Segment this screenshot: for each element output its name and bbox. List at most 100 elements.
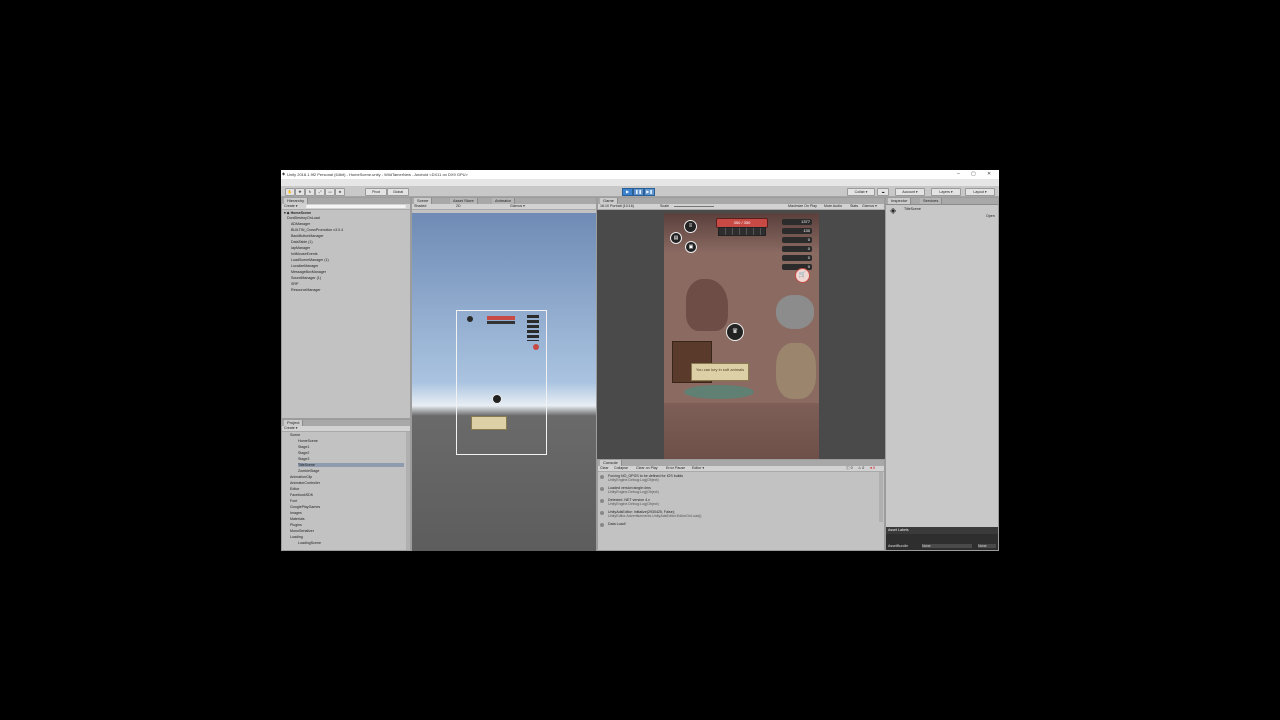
asset-bundle-label: AssetBundle: [888, 544, 909, 548]
beast-right: [776, 295, 814, 329]
tab-inspector[interactable]: Inspector: [888, 198, 912, 204]
project-scrollbar[interactable]: [406, 432, 410, 550]
game-gizmos-dropdown[interactable]: Gizmos ▾: [862, 204, 877, 208]
hierarchy-item[interactable]: BUILTIN_CrossPromotion v3.0.4: [291, 228, 343, 232]
scale-tool-button[interactable]: ⤢: [315, 188, 325, 196]
scene-root[interactable]: ▾ ◈ HomeScene: [284, 211, 311, 215]
asset-variant-dropdown[interactable]: None: [978, 544, 996, 548]
title-bar: ◈ Unity 2018.1.9f2 Personal (64bit) - Ho…: [281, 170, 999, 179]
hierarchy-item[interactable]: SoundManager (1): [291, 276, 321, 280]
transform-tool-button[interactable]: ⊕: [335, 188, 345, 196]
window-title: Unity 2018.1.9f2 Personal (64bit) - Home…: [287, 172, 468, 177]
mute-audio-toggle[interactable]: Mute Audio: [824, 204, 842, 208]
project-item[interactable]: HomeScene: [298, 439, 318, 443]
project-item[interactable]: Images: [290, 511, 302, 515]
collab-dropdown[interactable]: Collab ▾: [847, 188, 875, 196]
maximize-on-play-toggle[interactable]: Maximize On Play: [788, 204, 817, 208]
maximize-button[interactable]: ▢: [971, 171, 976, 177]
info-icon: [600, 487, 604, 491]
rect-tool-button[interactable]: ▭: [325, 188, 335, 196]
hierarchy-item[interactable]: LoadSceneManager (1): [291, 258, 329, 262]
save-icon[interactable]: ▣: [685, 241, 697, 253]
warning-count[interactable]: ⚠ 0: [858, 466, 864, 470]
project-item[interactable]: FacebookSDK: [290, 493, 313, 497]
hierarchy-create-dropdown[interactable]: Create ▾: [284, 204, 298, 208]
scene-tip-box: [471, 416, 507, 430]
hierarchy-item[interactable]: MessageBoxManager: [291, 270, 326, 274]
info-icon: [600, 511, 604, 515]
project-item[interactable]: TitleScene: [298, 463, 404, 467]
project-item[interactable]: MonoSerializer: [290, 529, 314, 533]
menu-icon[interactable]: ≡: [684, 220, 697, 233]
game-viewport[interactable]: 350 / 350 ≡ ▤ ▣ 1377 130 0 0 0 0 🛒 ♛ You can …: [664, 213, 819, 459]
move-tool-button[interactable]: ✥: [295, 188, 305, 196]
hierarchy-item[interactable]: ADManager: [291, 222, 310, 226]
project-item[interactable]: ZombieStage: [298, 469, 319, 473]
inspector-open-button[interactable]: Open: [986, 214, 995, 218]
pause-button[interactable]: ❚❚: [633, 188, 644, 196]
project-item[interactable]: Stage1: [298, 445, 309, 449]
gizmos-dropdown[interactable]: Gizmos ▾: [510, 204, 525, 208]
console-log-entry[interactable]: Data Load!: [608, 522, 626, 526]
project-item[interactable]: Font: [290, 499, 297, 503]
shaded-dropdown[interactable]: Shaded: [414, 204, 426, 208]
project-item[interactable]: GooglePlayGames: [290, 505, 320, 509]
console-collapse-button[interactable]: Collapse: [614, 466, 628, 470]
project-item[interactable]: AnimatorController: [290, 481, 320, 485]
console-log-stack: UnityEngine.Debug:Log(Object): [608, 502, 659, 506]
project-item[interactable]: Stage2: [298, 451, 309, 455]
tip-text: You can key in soft animals: [695, 367, 745, 372]
hierarchy-item[interactable]: IapManager: [291, 246, 310, 250]
hierarchy-item[interactable]: ResourceManager: [291, 288, 321, 292]
asset-labels-bar: Asset Labels: [886, 527, 998, 534]
hierarchy-item[interactable]: SRP: [291, 282, 298, 286]
play-button[interactable]: ▶: [622, 188, 633, 196]
hp-text: 350 / 350: [733, 220, 751, 225]
error-count[interactable]: ● 0: [870, 466, 875, 470]
project-create-dropdown[interactable]: Create ▾: [284, 426, 298, 430]
console-log-stack: UnityEngine.Debug:Log(Object): [608, 490, 659, 494]
pivot-toggle[interactable]: Pivot: [365, 188, 387, 196]
warning-count-value: 0: [862, 466, 865, 470]
global-toggle[interactable]: Global: [387, 188, 409, 196]
console-error-pause-button[interactable]: Error Pause: [666, 466, 685, 470]
minimize-button[interactable]: –: [957, 171, 960, 177]
tab-services[interactable]: Services: [920, 198, 943, 204]
log-count[interactable]: ⓘ 0: [846, 466, 853, 470]
project-item[interactable]: Stage3: [298, 457, 309, 461]
project-item[interactable]: Materials: [290, 517, 305, 521]
step-button[interactable]: ▶❚: [644, 188, 655, 196]
project-item[interactable]: Loading: [290, 535, 303, 539]
shop-icon[interactable]: 🛒: [795, 268, 810, 283]
hierarchy-item[interactable]: DontDestroyOnLoad: [287, 216, 320, 220]
asset-bundle-dropdown[interactable]: None: [922, 544, 972, 548]
project-item[interactable]: LoadingScene: [298, 541, 321, 545]
hierarchy-item[interactable]: DataTable (1): [291, 240, 313, 244]
hierarchy-search-input[interactable]: [306, 205, 406, 208]
close-button[interactable]: ✕: [987, 171, 991, 177]
hierarchy-item[interactable]: LocalizeManager: [291, 264, 318, 268]
hierarchy-item[interactable]: InitMouseEvents: [291, 252, 318, 256]
resolution-dropdown[interactable]: 16:10 Portrait (10:16): [600, 204, 634, 208]
project-item[interactable]: AnimationClip: [290, 475, 312, 479]
project-item[interactable]: Scene: [290, 433, 300, 437]
project-item[interactable]: Plugins: [290, 523, 302, 527]
layers-dropdown[interactable]: Layers ▾: [931, 188, 961, 196]
console-clear-on-play-button[interactable]: Clear on Play: [636, 466, 658, 470]
project-item[interactable]: Editor: [290, 487, 299, 491]
cloud-button[interactable]: ☁: [877, 188, 889, 196]
hierarchy-item[interactable]: BackButtonManager: [291, 234, 324, 238]
hand-tool-button[interactable]: ✋: [285, 188, 295, 196]
book-icon[interactable]: ▤: [670, 232, 682, 244]
main-toolbar: ✋ ✥ ↻ ⤢ ▭ ⊕ Pivot Global ▶ ❚❚ ▶❚ Collab …: [281, 186, 999, 197]
account-dropdown[interactable]: Account ▾: [895, 188, 925, 196]
2d-toggle[interactable]: 2D: [456, 204, 461, 208]
stats-toggle[interactable]: Stats: [850, 204, 858, 208]
scale-slider[interactable]: [674, 206, 714, 207]
console-clear-button[interactable]: Clear: [600, 466, 609, 470]
crown-icon[interactable]: ♛: [726, 323, 744, 341]
layout-dropdown[interactable]: Layout ▾: [965, 188, 995, 196]
console-editor-dropdown[interactable]: Editor ▾: [692, 466, 704, 470]
console-scrollbar[interactable]: [879, 472, 883, 522]
rotate-tool-button[interactable]: ↻: [305, 188, 315, 196]
